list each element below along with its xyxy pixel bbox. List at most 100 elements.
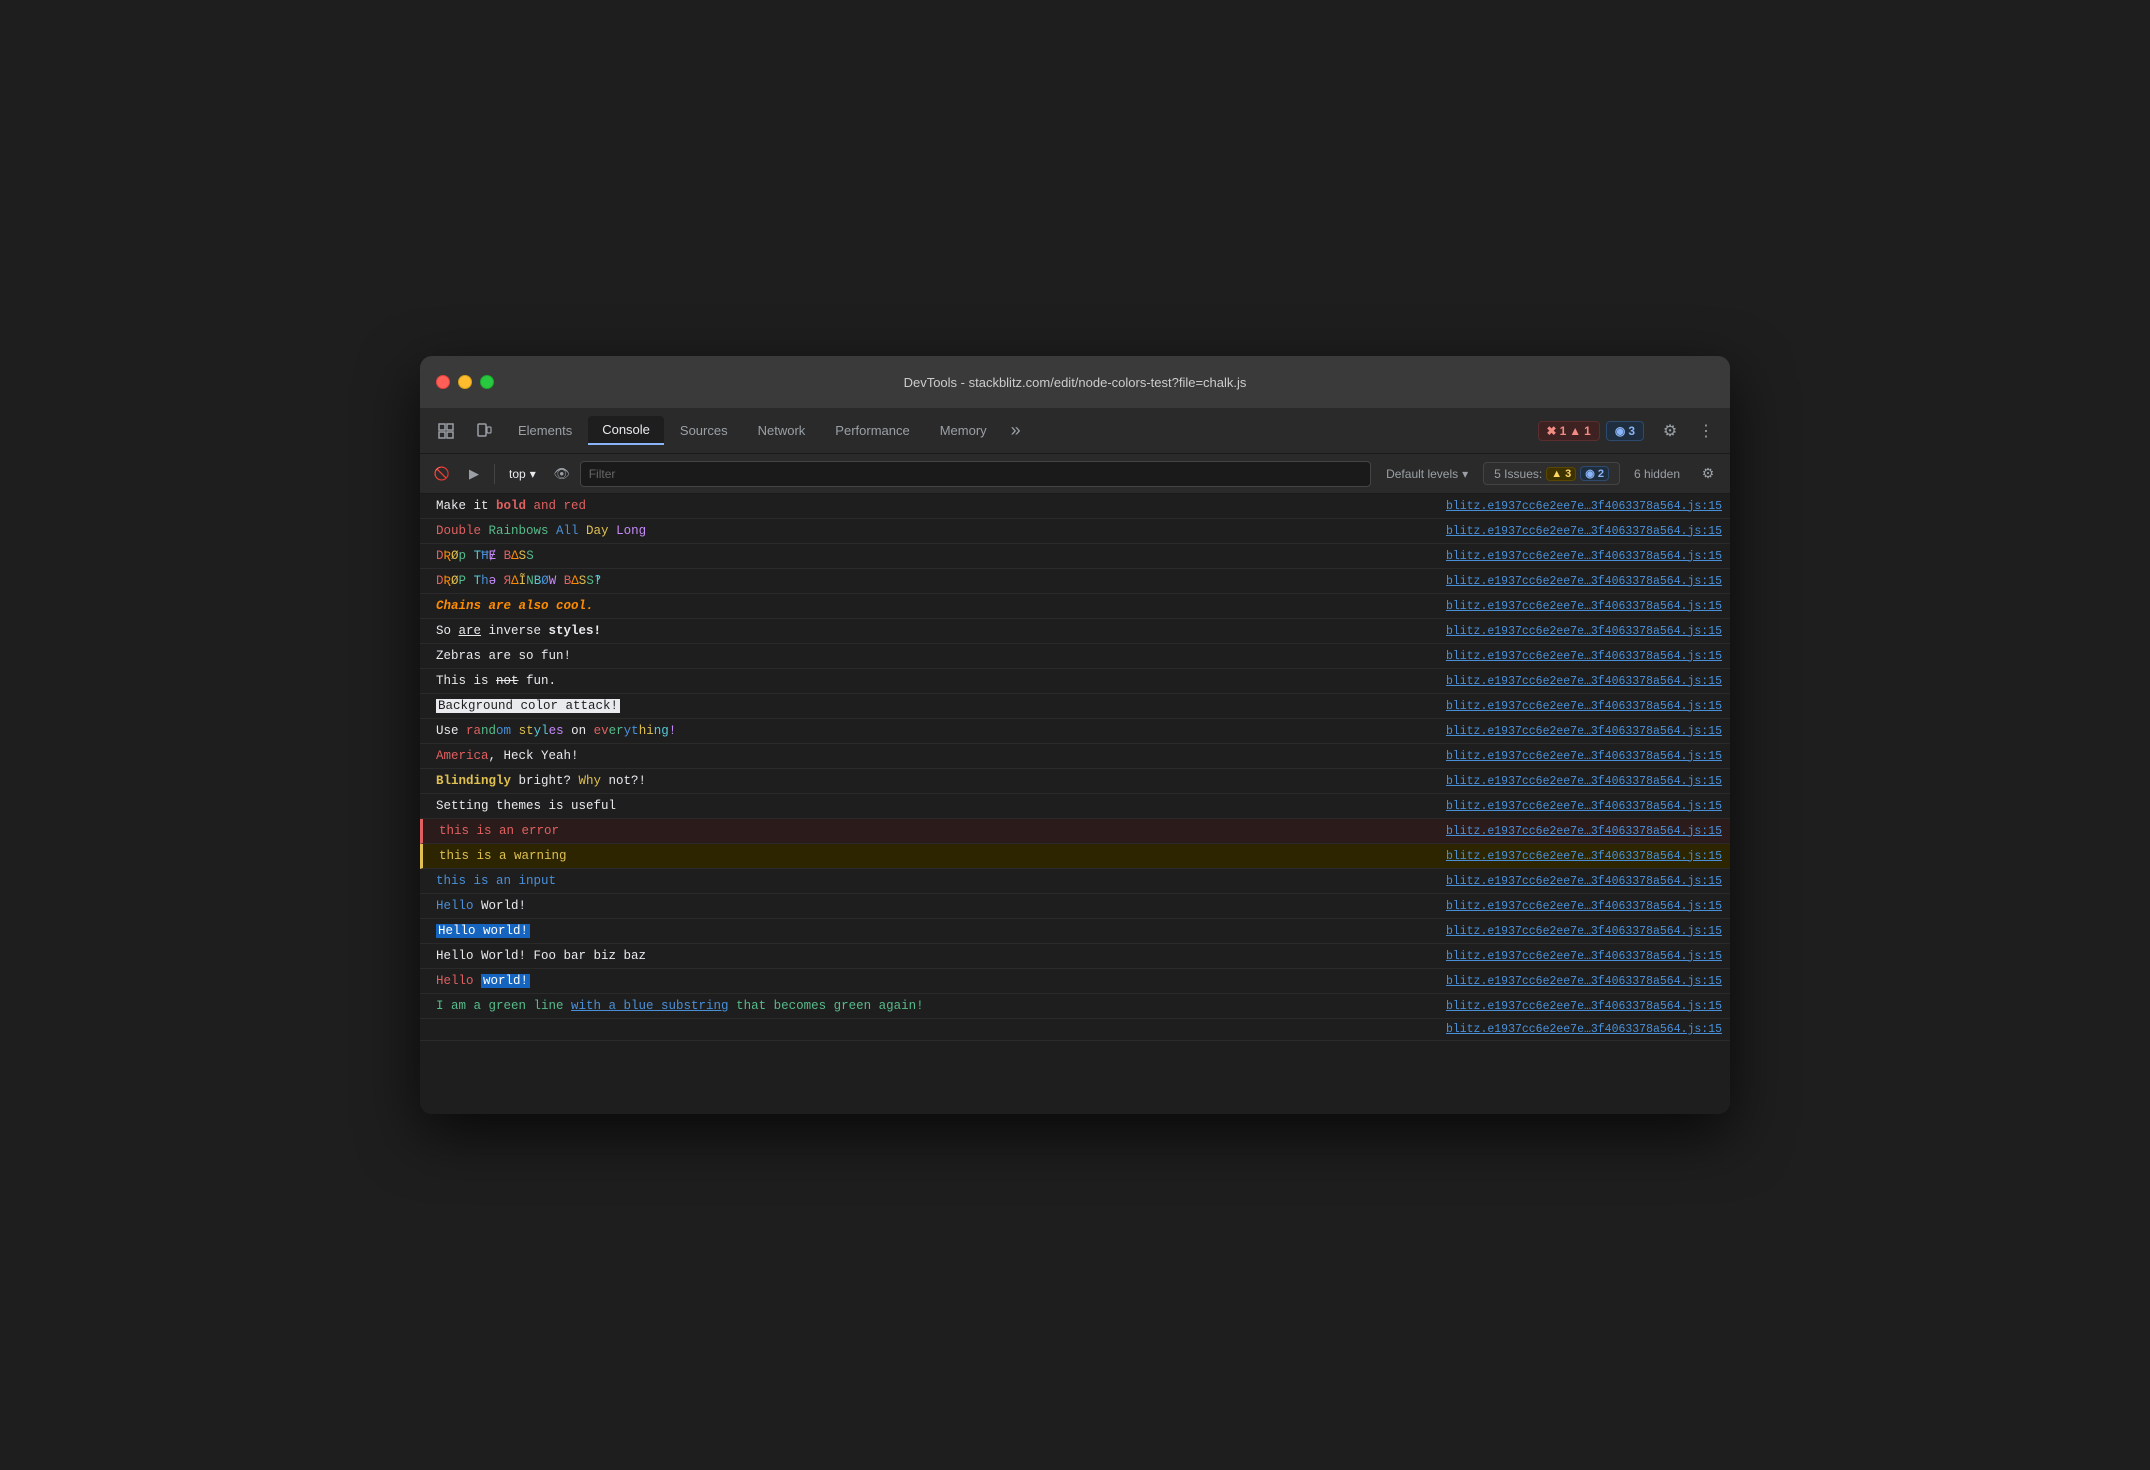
console-message: Hello World!	[436, 896, 1430, 916]
error-count: 1	[1560, 424, 1567, 438]
toolbar-divider	[494, 464, 495, 484]
issues-label: 5 Issues:	[1494, 467, 1542, 481]
tab-performance[interactable]: Performance	[821, 417, 923, 444]
eye-icon-button[interactable]: 👁	[548, 460, 576, 488]
console-source-link[interactable]: blitz.e1937cc6e2ee7e…3f4063378a564.js:15	[1430, 875, 1722, 888]
console-source-link[interactable]: blitz.e1937cc6e2ee7e…3f4063378a564.js:15	[1430, 650, 1722, 663]
traffic-lights	[436, 375, 494, 389]
message-icon: ◉	[1615, 424, 1625, 438]
console-row: Chains are also cool.blitz.e1937cc6e2ee7…	[420, 594, 1730, 619]
console-message: Double Rainbows All Day Long	[436, 521, 1430, 541]
console-row: this is an errorblitz.e1937cc6e2ee7e…3f4…	[420, 819, 1730, 844]
warning-icon-small: ▲	[1551, 468, 1562, 480]
console-message: DƦØp TĦɆ BΔSS	[436, 546, 1430, 566]
console-toolbar: 🚫 ▶ top ▾ 👁 Default levels ▾ 5 Issues: ▲…	[420, 454, 1730, 494]
msg-icon-small: ◉	[1585, 467, 1595, 480]
device-toolbar-icon[interactable]	[466, 413, 502, 449]
issues-msg-badge: ◉ 2	[1580, 466, 1609, 481]
console-message: So are inverse styles!	[436, 621, 1430, 641]
inspector-icon[interactable]	[428, 413, 464, 449]
console-source-link[interactable]: blitz.e1937cc6e2ee7e…3f4063378a564.js:15	[1430, 500, 1722, 513]
console-source-link[interactable]: blitz.e1937cc6e2ee7e…3f4063378a564.js:15	[1430, 525, 1722, 538]
error-badges: ✖ 1 ▲ 1 ◉ 3	[1538, 421, 1645, 441]
maximize-button[interactable]	[480, 375, 494, 389]
console-source-link[interactable]: blitz.e1937cc6e2ee7e…3f4063378a564.js:15	[1430, 925, 1722, 938]
console-message: this is an error	[439, 821, 1430, 841]
console-row: blitz.e1937cc6e2ee7e…3f4063378a564.js:15	[420, 1019, 1730, 1041]
filter-input[interactable]	[580, 461, 1371, 487]
console-source-link[interactable]: blitz.e1937cc6e2ee7e…3f4063378a564.js:15	[1430, 1023, 1722, 1036]
console-source-link[interactable]: blitz.e1937cc6e2ee7e…3f4063378a564.js:15	[1430, 800, 1722, 813]
console-row: Hello world!blitz.e1937cc6e2ee7e…3f40633…	[420, 919, 1730, 944]
console-output[interactable]: Make it bold and redblitz.e1937cc6e2ee7e…	[420, 494, 1730, 1114]
levels-label: Default levels	[1386, 467, 1458, 481]
console-message: Zebras are so fun!	[436, 646, 1430, 666]
console-row: Double Rainbows All Day Longblitz.e1937c…	[420, 519, 1730, 544]
console-source-link[interactable]: blitz.e1937cc6e2ee7e…3f4063378a564.js:15	[1430, 625, 1722, 638]
console-source-link[interactable]: blitz.e1937cc6e2ee7e…3f4063378a564.js:15	[1430, 825, 1722, 838]
tabs-bar: Elements Console Sources Network Perform…	[420, 408, 1730, 454]
console-message: this is a warning	[439, 846, 1430, 866]
message-badge[interactable]: ◉ 3	[1606, 421, 1644, 441]
tab-sources[interactable]: Sources	[666, 417, 742, 444]
console-row: DƦØP Thə ЯΔĨNBØW BΔSS‽blitz.e1937cc6e2ee…	[420, 569, 1730, 594]
console-row: Hello world!blitz.e1937cc6e2ee7e…3f40633…	[420, 969, 1730, 994]
console-source-link[interactable]: blitz.e1937cc6e2ee7e…3f4063378a564.js:15	[1430, 975, 1722, 988]
clear-console-button[interactable]: 🚫	[428, 460, 456, 488]
title-bar: DevTools - stackblitz.com/edit/node-colo…	[420, 356, 1730, 408]
levels-chevron: ▾	[1462, 467, 1468, 481]
console-row: Use random styles on everything!blitz.e1…	[420, 719, 1730, 744]
hidden-count-button[interactable]: 6 hidden	[1624, 464, 1690, 484]
console-row: I am a green line with a blue substring …	[420, 994, 1730, 1019]
console-source-link[interactable]: blitz.e1937cc6e2ee7e…3f4063378a564.js:15	[1430, 1000, 1722, 1013]
minimize-button[interactable]	[458, 375, 472, 389]
console-row: this is a warningblitz.e1937cc6e2ee7e…3f…	[420, 844, 1730, 869]
devtools-window: DevTools - stackblitz.com/edit/node-colo…	[420, 356, 1730, 1114]
issues-button[interactable]: 5 Issues: ▲ 3 ◉ 2	[1483, 462, 1620, 485]
console-message: Hello World! Foo bar biz baz	[436, 946, 1430, 966]
console-source-link[interactable]: blitz.e1937cc6e2ee7e…3f4063378a564.js:15	[1430, 675, 1722, 688]
console-message: Chains are also cool.	[436, 596, 1430, 616]
issues-warn-badge: ▲ 3	[1546, 467, 1576, 481]
console-source-link[interactable]: blitz.e1937cc6e2ee7e…3f4063378a564.js:15	[1430, 850, 1722, 863]
console-source-link[interactable]: blitz.e1937cc6e2ee7e…3f4063378a564.js:15	[1430, 950, 1722, 963]
console-message: Hello world!	[436, 921, 1430, 941]
console-message: this is an input	[436, 871, 1430, 891]
console-source-link[interactable]: blitz.e1937cc6e2ee7e…3f4063378a564.js:15	[1430, 775, 1722, 788]
console-source-link[interactable]: blitz.e1937cc6e2ee7e…3f4063378a564.js:15	[1430, 600, 1722, 613]
console-source-link[interactable]: blitz.e1937cc6e2ee7e…3f4063378a564.js:15	[1430, 725, 1722, 738]
console-source-link[interactable]: blitz.e1937cc6e2ee7e…3f4063378a564.js:15	[1430, 900, 1722, 913]
console-source-link[interactable]: blitz.e1937cc6e2ee7e…3f4063378a564.js:15	[1430, 575, 1722, 588]
tab-elements[interactable]: Elements	[504, 417, 586, 444]
console-message: Hello world!	[436, 971, 1430, 991]
tab-console[interactable]: Console	[588, 416, 664, 445]
toggle-drawer-button[interactable]: ▶	[460, 460, 488, 488]
console-row: America, Heck Yeah!blitz.e1937cc6e2ee7e……	[420, 744, 1730, 769]
top-label: top	[509, 467, 526, 481]
top-frame-selector[interactable]: top ▾	[501, 465, 544, 483]
console-message: Background color attack!	[436, 696, 1430, 716]
error-icon: ✖	[1547, 424, 1557, 438]
chevron-down-icon: ▾	[530, 467, 536, 481]
hidden-label: 6 hidden	[1634, 467, 1680, 481]
settings-button[interactable]: ⚙	[1654, 415, 1686, 447]
console-message: Setting themes is useful	[436, 796, 1430, 816]
tab-memory[interactable]: Memory	[926, 417, 1001, 444]
console-row: this is an inputblitz.e1937cc6e2ee7e…3f4…	[420, 869, 1730, 894]
more-options-button[interactable]: ⋮	[1690, 415, 1722, 447]
tab-network[interactable]: Network	[744, 417, 820, 444]
error-badge[interactable]: ✖ 1 ▲ 1	[1538, 421, 1600, 441]
close-button[interactable]	[436, 375, 450, 389]
console-source-link[interactable]: blitz.e1937cc6e2ee7e…3f4063378a564.js:15	[1430, 700, 1722, 713]
console-message: DƦØP Thə ЯΔĨNBØW BΔSS‽	[436, 571, 1430, 591]
console-row: Setting themes is usefulblitz.e1937cc6e2…	[420, 794, 1730, 819]
console-message: This is not fun.	[436, 671, 1430, 691]
default-levels-button[interactable]: Default levels ▾	[1375, 463, 1479, 485]
console-source-link[interactable]: blitz.e1937cc6e2ee7e…3f4063378a564.js:15	[1430, 550, 1722, 563]
console-row: Zebras are so fun!blitz.e1937cc6e2ee7e…3…	[420, 644, 1730, 669]
console-source-link[interactable]: blitz.e1937cc6e2ee7e…3f4063378a564.js:15	[1430, 750, 1722, 763]
console-row: Background color attack!blitz.e1937cc6e2…	[420, 694, 1730, 719]
message-count: 3	[1628, 424, 1635, 438]
more-tabs-button[interactable]: »	[1003, 416, 1029, 445]
console-settings-button[interactable]: ⚙	[1694, 460, 1722, 488]
